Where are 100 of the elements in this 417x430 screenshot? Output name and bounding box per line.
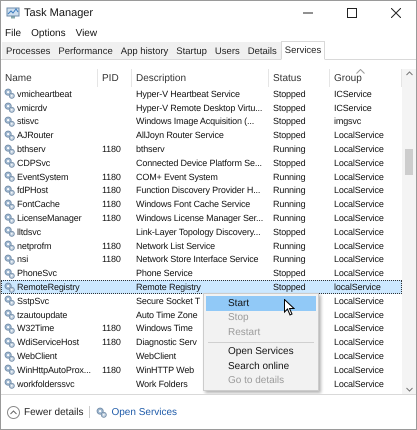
- scrollbar[interactable]: [402, 69, 416, 394]
- table-cell-text: LocalService: [333, 184, 385, 196]
- gears-icon: [4, 198, 15, 210]
- table-cell: stisvc: [17, 116, 39, 126]
- table-cell-text: LocalService: [333, 294, 385, 307]
- table-cell-text: LocalService: [333, 308, 385, 321]
- table-cell-text: 1180: [101, 253, 122, 266]
- table-cell-text: LocalService: [333, 156, 385, 169]
- tab[interactable]: Details: [244, 42, 281, 59]
- table-cell: PhoneSvc: [17, 268, 57, 278]
- table-cell-text: 1180: [101, 143, 122, 156]
- gears-icon: [4, 240, 15, 252]
- table-cell-text: Windows License Manager Ser...: [135, 212, 264, 224]
- table-cell-text: imgsvc: [333, 115, 362, 128]
- table-cell: lltdsvc: [17, 226, 41, 237]
- column-header[interactable]: Status: [269, 69, 330, 87]
- table-cell-text: Running: [272, 198, 306, 210]
- table-cell: SstpSvc: [17, 296, 49, 306]
- table-cell-text: bthserv: [135, 143, 166, 156]
- table-cell-text: ICService: [333, 102, 373, 114]
- tab[interactable]: Performance: [54, 42, 117, 59]
- table-cell-text: Windows Font Cache Service: [135, 198, 252, 210]
- gears-icon: [4, 309, 15, 320]
- table-cell: W32Time: [17, 323, 54, 334]
- table-cell-text: LocalService: [333, 322, 385, 334]
- table-cell-text: Running: [272, 212, 306, 224]
- table-cell-text: Running: [272, 170, 306, 183]
- table-cell-text: 1180: [101, 322, 122, 334]
- table-cell-text: LocalService: [333, 378, 385, 390]
- table-cell-text: Work Folders: [135, 378, 189, 390]
- gears-icon: [4, 350, 15, 362]
- menu-item[interactable]: File: [5, 28, 22, 38]
- table-cell: vmicrdv: [17, 102, 47, 113]
- open-services-link[interactable]: Open Services: [96, 406, 178, 418]
- table-cell: EventSystem: [17, 172, 68, 182]
- tab[interactable]: Startup: [172, 42, 211, 59]
- gears-icon: [4, 364, 15, 376]
- table-cell-text: Running: [272, 240, 306, 252]
- close-icon: [391, 8, 401, 18]
- table-cell-text: Remote Registry: [135, 281, 202, 294]
- table-cell-text: 1180: [101, 184, 122, 196]
- column-header[interactable]: Name: [1, 69, 98, 87]
- maximize-icon: [347, 8, 357, 18]
- tab[interactable]: Services: [280, 41, 326, 60]
- table-cell-text: WebClient: [135, 350, 178, 362]
- table-cell-text: LocalService: [333, 129, 385, 142]
- tab[interactable]: Processes: [2, 42, 54, 59]
- table-cell-text: 1180: [101, 240, 122, 252]
- table-cell: LicenseManager: [17, 213, 82, 224]
- table-cell-text: Stopped: [272, 267, 306, 280]
- gears-icon: [4, 378, 15, 390]
- gears-icon: [4, 102, 15, 114]
- table-cell-text: Secure Socket T: [135, 294, 202, 307]
- table-cell-text: Running: [272, 253, 306, 266]
- table-cell-text: 1180: [101, 170, 122, 183]
- window-title: Task Manager: [24, 7, 94, 19]
- context-menu-item[interactable]: Start: [206, 296, 316, 310]
- table-cell-text: Stopped: [272, 115, 306, 128]
- column-header[interactable]: PID: [98, 69, 132, 87]
- table-cell: CDPSvc: [17, 158, 50, 168]
- table-cell-text: Phone Service: [135, 267, 194, 280]
- table-cell: tzautoupdate: [17, 310, 68, 320]
- gears-icon: [4, 226, 15, 238]
- table-cell: netprofm: [17, 240, 52, 251]
- scroll-thumb[interactable]: [405, 149, 413, 175]
- selected-row[interactable]: RemoteRegistry Remote Registry Stopped localService: [1, 280, 402, 294]
- table-cell-text: WinHTTP Web: [135, 364, 196, 376]
- table-cell-text: Windows Time: [135, 322, 194, 334]
- table-cell-text: 1180: [101, 336, 122, 348]
- table-cell-text: Stopped: [272, 102, 306, 114]
- context-menu-item[interactable]: Search online: [206, 359, 316, 374]
- table-cell-text: Diagnostic Serv: [135, 336, 198, 348]
- table-cell-text: LocalService: [333, 336, 385, 348]
- table-cell-text: LocalService: [333, 267, 385, 280]
- menu-item[interactable]: Options: [31, 28, 66, 38]
- menu-item[interactable]: View: [76, 28, 98, 38]
- table-cell: vmicheartbeat: [17, 88, 72, 99]
- table-cell-text: Stopped: [272, 88, 306, 100]
- gears-icon: [4, 88, 15, 100]
- table-cell-text: Function Discovery Provider H...: [135, 184, 262, 196]
- context-menu-item[interactable]: Open Services: [206, 344, 316, 359]
- table-cell: workfolderssvc: [17, 378, 74, 389]
- table-cell-text: LocalService: [333, 253, 385, 266]
- table-cell-text: Connected Device Platform Se...: [135, 156, 263, 169]
- table-cell: AJRouter: [17, 130, 54, 140]
- table-cell-text: LocalService: [333, 212, 385, 224]
- fewer-details-link[interactable]: Fewer details: [7, 406, 84, 418]
- table-cell: WebClient: [17, 351, 58, 362]
- table-cell-text: Hyper-V Heartbeat Service: [135, 88, 241, 100]
- table-cell-text: LocalService: [333, 170, 385, 183]
- gears-icon: [4, 184, 15, 196]
- gears-icon: [4, 336, 15, 348]
- table-cell-text: 1180: [101, 212, 122, 224]
- column-header[interactable]: Description: [132, 69, 269, 87]
- table-cell-text: Stopped: [272, 281, 306, 294]
- tab[interactable]: App history: [116, 42, 172, 59]
- table-cell-text: AllJoyn Router Service: [135, 129, 225, 142]
- table-cell-text: LocalService: [333, 350, 385, 362]
- tab[interactable]: Users: [210, 42, 244, 59]
- gears-icon: [4, 295, 15, 306]
